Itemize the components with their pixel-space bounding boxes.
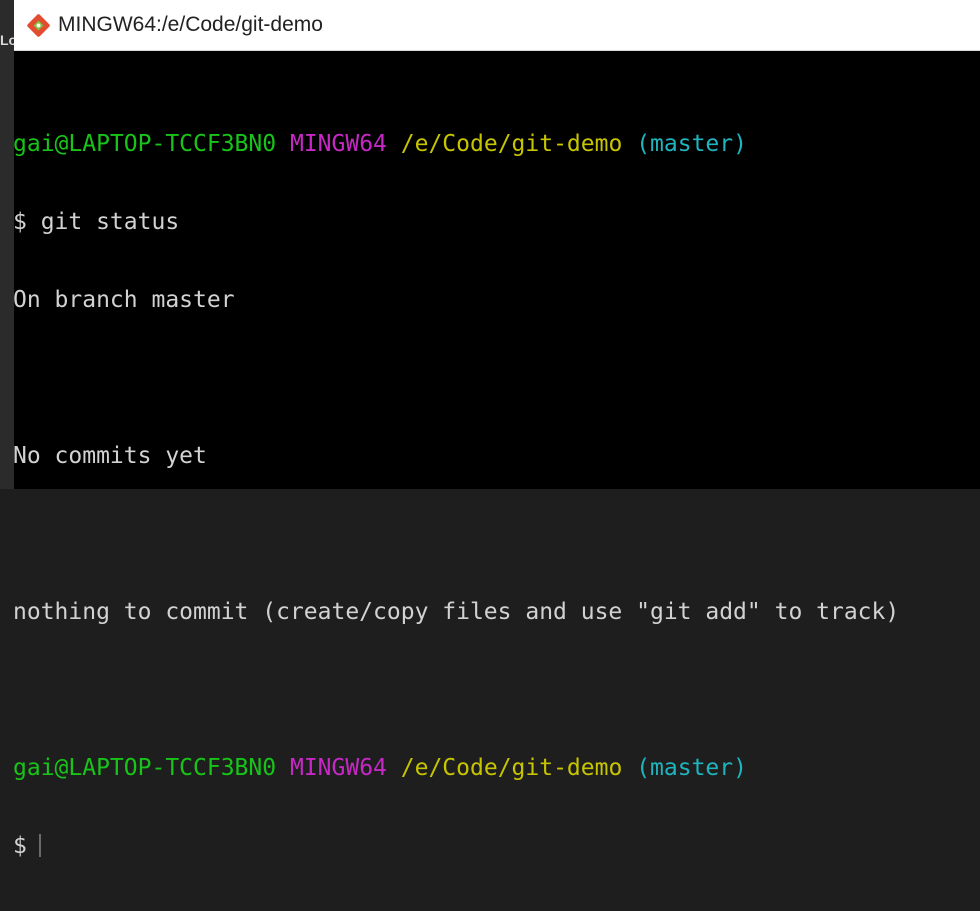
prompt-path: /e/Code/git-demo [400,131,623,157]
scrollbar[interactable] [966,51,980,489]
input-line[interactable]: $ [13,833,963,859]
output-line: No commits yet [13,443,207,469]
text-cursor [38,834,41,857]
prompt-line: gai@LAPTOP-TCCF3BN0 MINGW64 /e/Code/git-… [13,755,963,781]
output-line: On branch master [13,287,235,313]
terminal-window[interactable]: MINGW64:/e/Code/git-demo gai@LAPTOP-TCCF… [13,0,980,859]
prompt-path: /e/Code/git-demo [400,755,623,781]
prompt-line: gai@LAPTOP-TCCF3BN0 MINGW64 /e/Code/git-… [13,131,963,157]
prompt-shell: MINGW64 [289,755,387,781]
prompt-branch: (master) [636,131,747,157]
desktop-background: Lo [0,0,17,489]
command-line: $ git status [13,209,180,235]
terminal-output[interactable]: gai@LAPTOP-TCCF3BN0 MINGW64 /e/Code/git-… [13,79,963,911]
prompt-branch: (master) [636,755,747,781]
output-line: nothing to commit (create/copy files and… [13,599,900,625]
window-title: MINGW64:/e/Code/git-demo [58,13,323,36]
prompt-user-host: gai@LAPTOP-TCCF3BN0 [13,755,277,781]
title-bar[interactable]: MINGW64:/e/Code/git-demo [14,0,980,51]
prompt-user-host: gai@LAPTOP-TCCF3BN0 [13,131,277,157]
current-prompt: $ [13,833,27,859]
prompt-shell: MINGW64 [289,131,387,157]
git-icon [27,14,50,37]
